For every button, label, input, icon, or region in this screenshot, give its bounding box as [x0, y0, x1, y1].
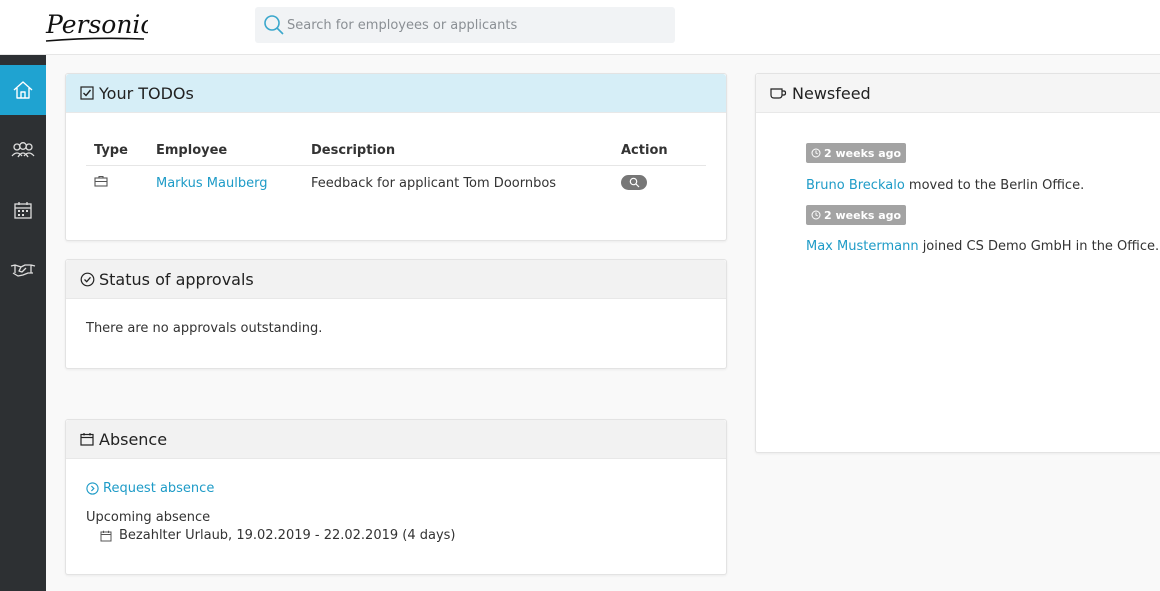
logo-text: Personio — [45, 10, 148, 39]
todos-header: Your TODOs — [66, 74, 726, 113]
calendar-icon — [14, 202, 32, 219]
people-icon — [11, 142, 35, 158]
absence-header: Absence — [66, 420, 726, 459]
top-bar: Personio — [0, 0, 1160, 55]
calendar-icon — [80, 432, 95, 447]
news-item-text: moved to the Berlin Office. — [904, 178, 1085, 193]
column-type: Type — [86, 137, 148, 166]
sidebar — [0, 55, 46, 591]
sidebar-item-recruiting[interactable] — [0, 245, 46, 295]
newsfeed-title: Newsfeed — [792, 83, 871, 103]
chevron-circle-icon — [86, 482, 99, 495]
check-circle-icon — [80, 272, 95, 287]
approvals-card: Status of approvals There are no approva… — [65, 259, 727, 369]
absence-entry: Bezahlter Urlaub, 19.02.2019 - 22.02.201… — [100, 528, 456, 543]
handshake-icon — [10, 264, 36, 277]
sidebar-item-home[interactable] — [0, 65, 46, 115]
news-person-link[interactable]: Max Mustermann — [806, 239, 919, 254]
time-badge: 2 weeks ago — [806, 205, 907, 225]
todos-title: Your TODOs — [99, 83, 194, 103]
todos-table: Type Employee Description Action Markus … — [86, 137, 706, 201]
time-badge: 2 weeks ago — [806, 143, 907, 163]
news-item-text: joined CS Demo GmbH in the Office. — [918, 239, 1160, 254]
sidebar-item-calendar[interactable] — [0, 185, 46, 235]
column-employee: Employee — [148, 137, 303, 166]
news-item: Max Mustermann joined CS Demo GmbH in th… — [806, 239, 1159, 254]
absence-card: Absence Request absence Upcoming absence… — [65, 419, 727, 575]
search-input[interactable] — [287, 7, 667, 43]
search-icon — [263, 14, 285, 36]
approvals-title: Status of approvals — [99, 269, 254, 289]
upcoming-absence-label: Upcoming absence — [86, 510, 211, 525]
request-absence-label[interactable]: Request absence — [103, 481, 214, 496]
todo-employee-link[interactable]: Markus Maulberg — [156, 176, 267, 191]
search-box[interactable] — [255, 7, 675, 43]
checkbox-icon — [80, 86, 95, 101]
news-item: Bruno Breckalo moved to the Berlin Offic… — [806, 178, 1084, 193]
clock-icon — [811, 210, 821, 220]
briefcase-icon — [94, 176, 108, 191]
approvals-message: There are no approvals outstanding. — [86, 321, 323, 336]
newsfeed-card: Newsfeed 2 weeks ago Bruno Breckalo move… — [755, 73, 1160, 453]
calendar-icon — [100, 530, 112, 541]
todo-description: Feedback for applicant Tom Doornbos — [311, 175, 557, 191]
request-absence-link[interactable]: Request absence — [86, 481, 214, 496]
sidebar-item-employees[interactable] — [0, 125, 46, 175]
absence-entry-text: Bezahlter Urlaub, 19.02.2019 - 22.02.201… — [119, 528, 456, 543]
todo-view-button[interactable] — [621, 174, 647, 190]
coffee-cup-icon — [770, 86, 788, 101]
clock-icon — [811, 148, 821, 158]
home-icon — [13, 81, 33, 99]
newsfeed-header: Newsfeed — [756, 74, 1160, 113]
personio-logo[interactable]: Personio — [44, 8, 148, 44]
absence-title: Absence — [99, 429, 168, 449]
table-row: Markus Maulberg Feedback for applicant T… — [86, 165, 706, 201]
column-description: Description — [303, 137, 613, 166]
column-action: Action — [613, 137, 706, 166]
search-icon — [629, 177, 639, 188]
approvals-header: Status of approvals — [66, 260, 726, 299]
todos-card: Your TODOs Type Employee Description Act… — [65, 73, 727, 241]
news-person-link[interactable]: Bruno Breckalo — [806, 178, 905, 193]
